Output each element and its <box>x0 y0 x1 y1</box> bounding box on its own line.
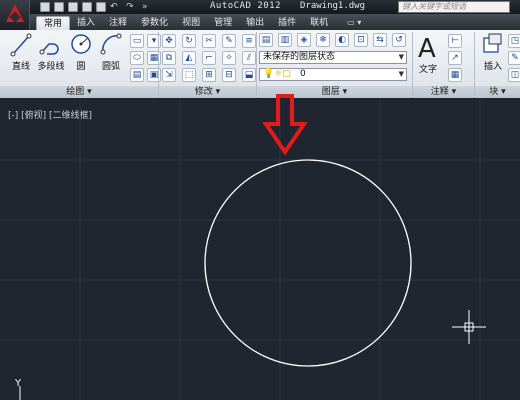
red-arrow-annotation <box>262 94 308 156</box>
ucs-y-label: Y <box>14 378 22 389</box>
grid-lines <box>0 100 520 400</box>
drawing-layer: Y <box>0 94 520 400</box>
crosshair-cursor-icon <box>452 310 486 344</box>
autocad-window: ↶ ↷ » AutoCAD 2012 Drawing1.dwg 键入关键字或短语… <box>0 0 520 400</box>
